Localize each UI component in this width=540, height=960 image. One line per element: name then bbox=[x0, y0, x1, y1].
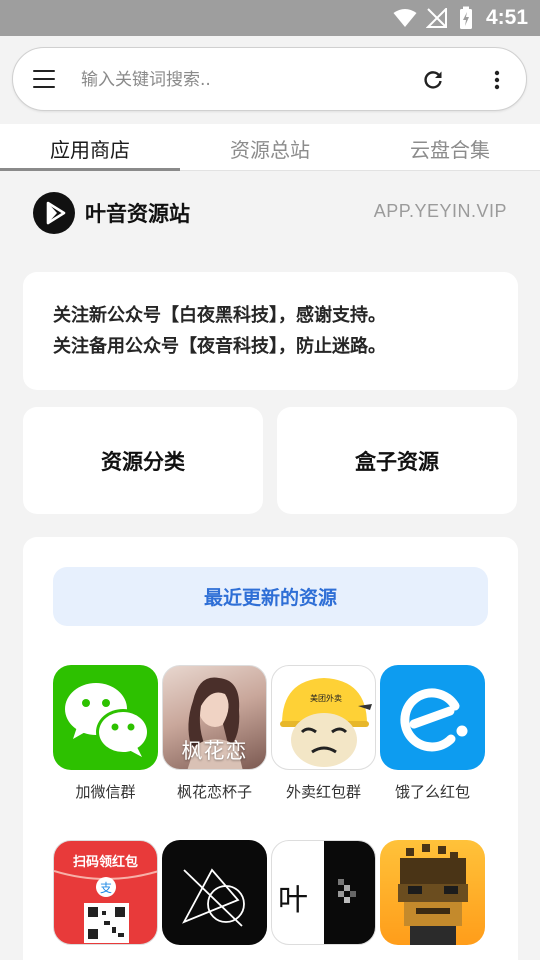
pixel-avatar-icon bbox=[380, 840, 485, 945]
menu-icon[interactable] bbox=[33, 70, 55, 89]
red-packet-icon: 扫码领红包 支 bbox=[53, 840, 158, 945]
yeyin-icon: 叶 bbox=[271, 840, 376, 945]
tab-app-store[interactable]: 应用商店 bbox=[0, 134, 180, 163]
search-input[interactable] bbox=[81, 62, 411, 98]
app-item-yeyin[interactable]: 叶 bbox=[271, 840, 376, 956]
tab-resource-hub[interactable]: 资源总站 bbox=[180, 134, 360, 163]
app-label: 外卖红包群 bbox=[285, 783, 361, 801]
search-bar bbox=[12, 47, 527, 111]
app-item-pixel-avatar[interactable] bbox=[380, 840, 485, 956]
app-label: 饿了么红包 bbox=[394, 783, 470, 801]
notice-line-2: 关注备用公众号【夜音科技】，防止迷路。 bbox=[53, 336, 386, 357]
app-item-geometric[interactable] bbox=[162, 840, 267, 956]
tab-indicator bbox=[0, 168, 180, 171]
brand-url[interactable]: APP.YEYIN.VIP bbox=[374, 201, 507, 222]
app-label: 加微信群 bbox=[75, 783, 136, 801]
wechat-icon bbox=[53, 665, 158, 770]
photo-icon: 枫花恋 bbox=[162, 665, 267, 770]
meituan-badge: 美团外卖 bbox=[310, 694, 342, 703]
geometric-logo-icon bbox=[162, 840, 267, 945]
app-item-wechat-group[interactable]: 加微信群 bbox=[53, 665, 158, 802]
notice-card: 关注新公众号【白夜黑科技】，感谢支持。 关注备用公众号【夜音科技】，防止迷路。 bbox=[23, 272, 518, 390]
eleme-icon bbox=[380, 665, 485, 770]
app-item-fenghualian-cup[interactable]: 枫花恋 枫花恋杯子 bbox=[162, 665, 267, 802]
status-bar: 4:51 bbox=[0, 0, 540, 36]
refresh-icon[interactable] bbox=[421, 68, 445, 92]
app-label: 枫花恋杯子 bbox=[176, 783, 252, 801]
svg-text:支: 支 bbox=[100, 881, 112, 895]
app-item-red-packet[interactable]: 扫码领红包 支 bbox=[53, 840, 158, 956]
wifi-icon bbox=[393, 9, 417, 27]
resource-category-button[interactable]: 资源分类 bbox=[23, 407, 263, 514]
app-item-takeout-group[interactable]: 美团外卖 外卖红包群 bbox=[271, 665, 376, 802]
meme-face-icon: 美团外卖 bbox=[271, 665, 376, 770]
recent-resources-title: 最近更新的资源 bbox=[53, 567, 488, 626]
brand-logo-icon bbox=[33, 192, 75, 234]
tab-cloud-collection[interactable]: 云盘合集 bbox=[360, 134, 540, 163]
tab-bar: 应用商店 资源总站 云盘合集 bbox=[0, 124, 540, 171]
more-vert-icon[interactable] bbox=[485, 68, 509, 92]
box-resource-button[interactable]: 盒子资源 bbox=[277, 407, 517, 514]
photo-overlay-text: 枫花恋 bbox=[181, 739, 248, 763]
brand-name: 叶音资源站 bbox=[85, 202, 190, 226]
recent-resources-card: 最近更新的资源 加微信群 枫花恋 枫花恋杯子 美团外卖 外卖红包群 饿了么红包 … bbox=[23, 537, 518, 960]
battery-icon bbox=[460, 6, 472, 29]
notice-line-1: 关注新公众号【白夜黑科技】，感谢支持。 bbox=[53, 305, 386, 326]
app-item-eleme-redpacket[interactable]: 饿了么红包 bbox=[380, 665, 485, 802]
no-signal-icon bbox=[426, 8, 447, 28]
clock-time: 4:51 bbox=[485, 6, 528, 29]
